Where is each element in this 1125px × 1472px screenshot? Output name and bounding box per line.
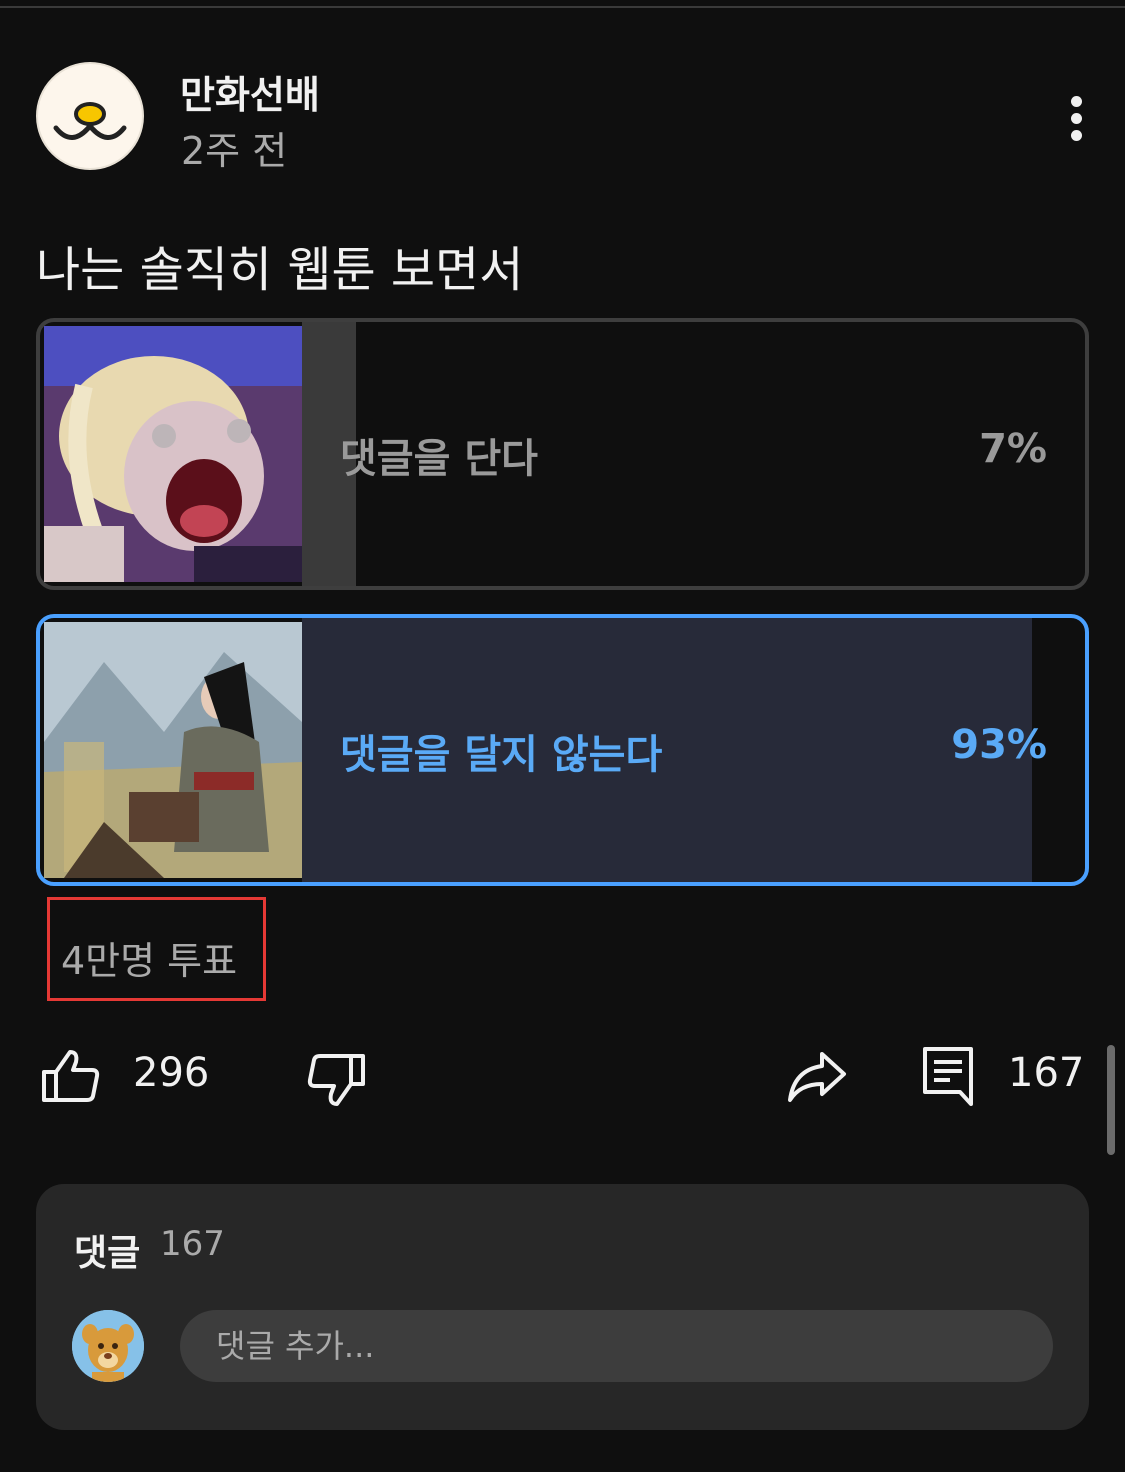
vote-count: 4만명 투표 [61,939,238,983]
scrollbar[interactable] [1107,1045,1115,1155]
poll-option-1-percent: 7% [979,426,1047,472]
comments-count: 167 [160,1224,225,1264]
poll-option-1-label: 댓글을 단다 [340,436,538,482]
poll-option-2-label: 댓글을 달지 않는다 [340,732,663,778]
comment-icon[interactable] [922,1046,974,1110]
comments-panel[interactable]: 댓글 167 [36,1184,1089,1430]
channel-avatar[interactable] [36,62,144,170]
poll-option-2[interactable]: 댓글을 달지 않는다 93% [36,614,1089,886]
webtoon-warrior-image [44,622,302,878]
poll-option-1[interactable]: 댓글을 단다 7% [36,318,1089,590]
top-divider [0,0,1125,8]
post-time: 2주 전 [181,129,288,173]
channel-name[interactable]: 만화선배 [180,64,320,119]
like-count: 296 [133,1050,210,1096]
share-icon[interactable] [786,1050,848,1108]
thumbs-up-icon[interactable] [40,1048,102,1108]
thumbs-down-icon[interactable] [305,1052,367,1112]
comments-title: 댓글 [74,1233,141,1274]
comment-count: 167 [1008,1050,1085,1096]
post-text: 나는 솔직히 웹툰 보면서 [36,242,524,298]
webtoon-scream-image [44,326,302,582]
poll-option-2-percent: 93% [951,722,1047,768]
user-avatar[interactable] [72,1310,144,1382]
more-options-icon[interactable] [1050,88,1104,148]
comment-input[interactable] [180,1310,1053,1382]
